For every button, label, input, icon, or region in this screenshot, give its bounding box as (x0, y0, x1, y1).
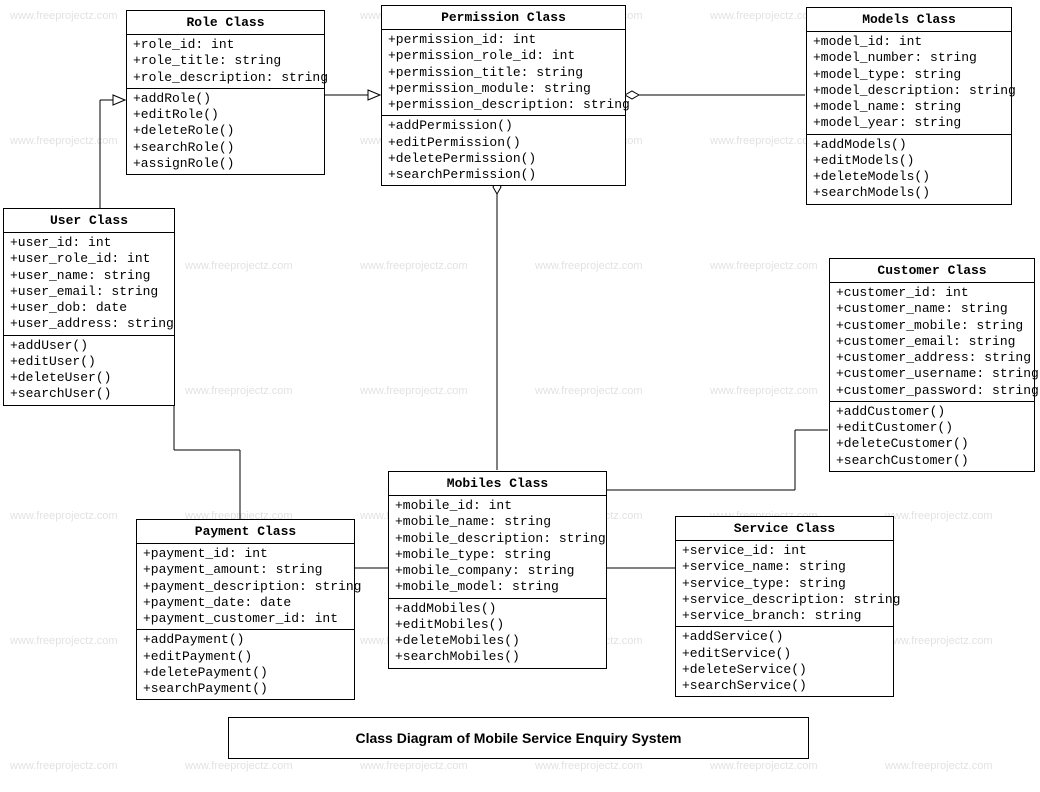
customer-class-title: Customer Class (830, 259, 1034, 283)
watermark: www.freeprojectz.com (185, 760, 293, 772)
watermark: www.freeprojectz.com (885, 510, 993, 522)
service-class-methods: +addService() +editService() +deleteServ… (676, 626, 893, 696)
payment-class-methods: +addPayment() +editPayment() +deletePaym… (137, 629, 354, 699)
watermark: www.freeprojectz.com (10, 760, 118, 772)
watermark: www.freeprojectz.com (10, 10, 118, 22)
watermark: www.freeprojectz.com (535, 260, 643, 272)
customer-class-attributes: +customer_id: int +customer_name: string… (830, 283, 1034, 401)
models-class: Models Class +model_id: int +model_numbe… (806, 7, 1012, 205)
watermark: www.freeprojectz.com (360, 760, 468, 772)
watermark: www.freeprojectz.com (710, 760, 818, 772)
watermark: www.freeprojectz.com (535, 385, 643, 397)
payment-class: Payment Class +payment_id: int +payment_… (136, 519, 355, 700)
watermark: www.freeprojectz.com (185, 385, 293, 397)
watermark: www.freeprojectz.com (710, 135, 818, 147)
role-class-title: Role Class (127, 11, 324, 35)
watermark: www.freeprojectz.com (710, 385, 818, 397)
watermark: www.freeprojectz.com (10, 135, 118, 147)
permission-class: Permission Class +permission_id: int +pe… (381, 5, 626, 186)
permission-class-title: Permission Class (382, 6, 625, 30)
user-class-attributes: +user_id: int +user_role_id: int +user_n… (4, 233, 174, 335)
watermark: www.freeprojectz.com (360, 260, 468, 272)
user-class-title: User Class (4, 209, 174, 233)
mobiles-class-attributes: +mobile_id: int +mobile_name: string +mo… (389, 496, 606, 598)
role-class: Role Class +role_id: int +role_title: st… (126, 10, 325, 175)
watermark: www.freeprojectz.com (535, 760, 643, 772)
payment-class-attributes: +payment_id: int +payment_amount: string… (137, 544, 354, 629)
service-class-title: Service Class (676, 517, 893, 541)
models-class-title: Models Class (807, 8, 1011, 32)
payment-class-title: Payment Class (137, 520, 354, 544)
user-class-methods: +addUser() +editUser() +deleteUser() +se… (4, 335, 174, 405)
service-class: Service Class +service_id: int +service_… (675, 516, 894, 697)
watermark: www.freeprojectz.com (185, 260, 293, 272)
watermark: www.freeprojectz.com (885, 760, 993, 772)
watermark: www.freeprojectz.com (885, 635, 993, 647)
role-class-attributes: +role_id: int +role_title: string +role_… (127, 35, 324, 88)
permission-class-methods: +addPermission() +editPermission() +dele… (382, 115, 625, 185)
service-class-attributes: +service_id: int +service_name: string +… (676, 541, 893, 626)
watermark: www.freeprojectz.com (360, 385, 468, 397)
watermark: www.freeprojectz.com (10, 635, 118, 647)
customer-class-methods: +addCustomer() +editCustomer() +deleteCu… (830, 401, 1034, 471)
watermark: www.freeprojectz.com (710, 10, 818, 22)
mobiles-class: Mobiles Class +mobile_id: int +mobile_na… (388, 471, 607, 669)
mobiles-class-methods: +addMobiles() +editMobiles() +deleteMobi… (389, 598, 606, 668)
customer-class: Customer Class +customer_id: int +custom… (829, 258, 1035, 472)
models-class-methods: +addModels() +editModels() +deleteModels… (807, 134, 1011, 204)
permission-class-attributes: +permission_id: int +permission_role_id:… (382, 30, 625, 115)
diagram-title: Class Diagram of Mobile Service Enquiry … (228, 717, 809, 759)
models-class-attributes: +model_id: int +model_number: string +mo… (807, 32, 1011, 134)
watermark: www.freeprojectz.com (10, 510, 118, 522)
watermark: www.freeprojectz.com (710, 260, 818, 272)
mobiles-class-title: Mobiles Class (389, 472, 606, 496)
user-class: User Class +user_id: int +user_role_id: … (3, 208, 175, 406)
role-class-methods: +addRole() +editRole() +deleteRole() +se… (127, 88, 324, 174)
